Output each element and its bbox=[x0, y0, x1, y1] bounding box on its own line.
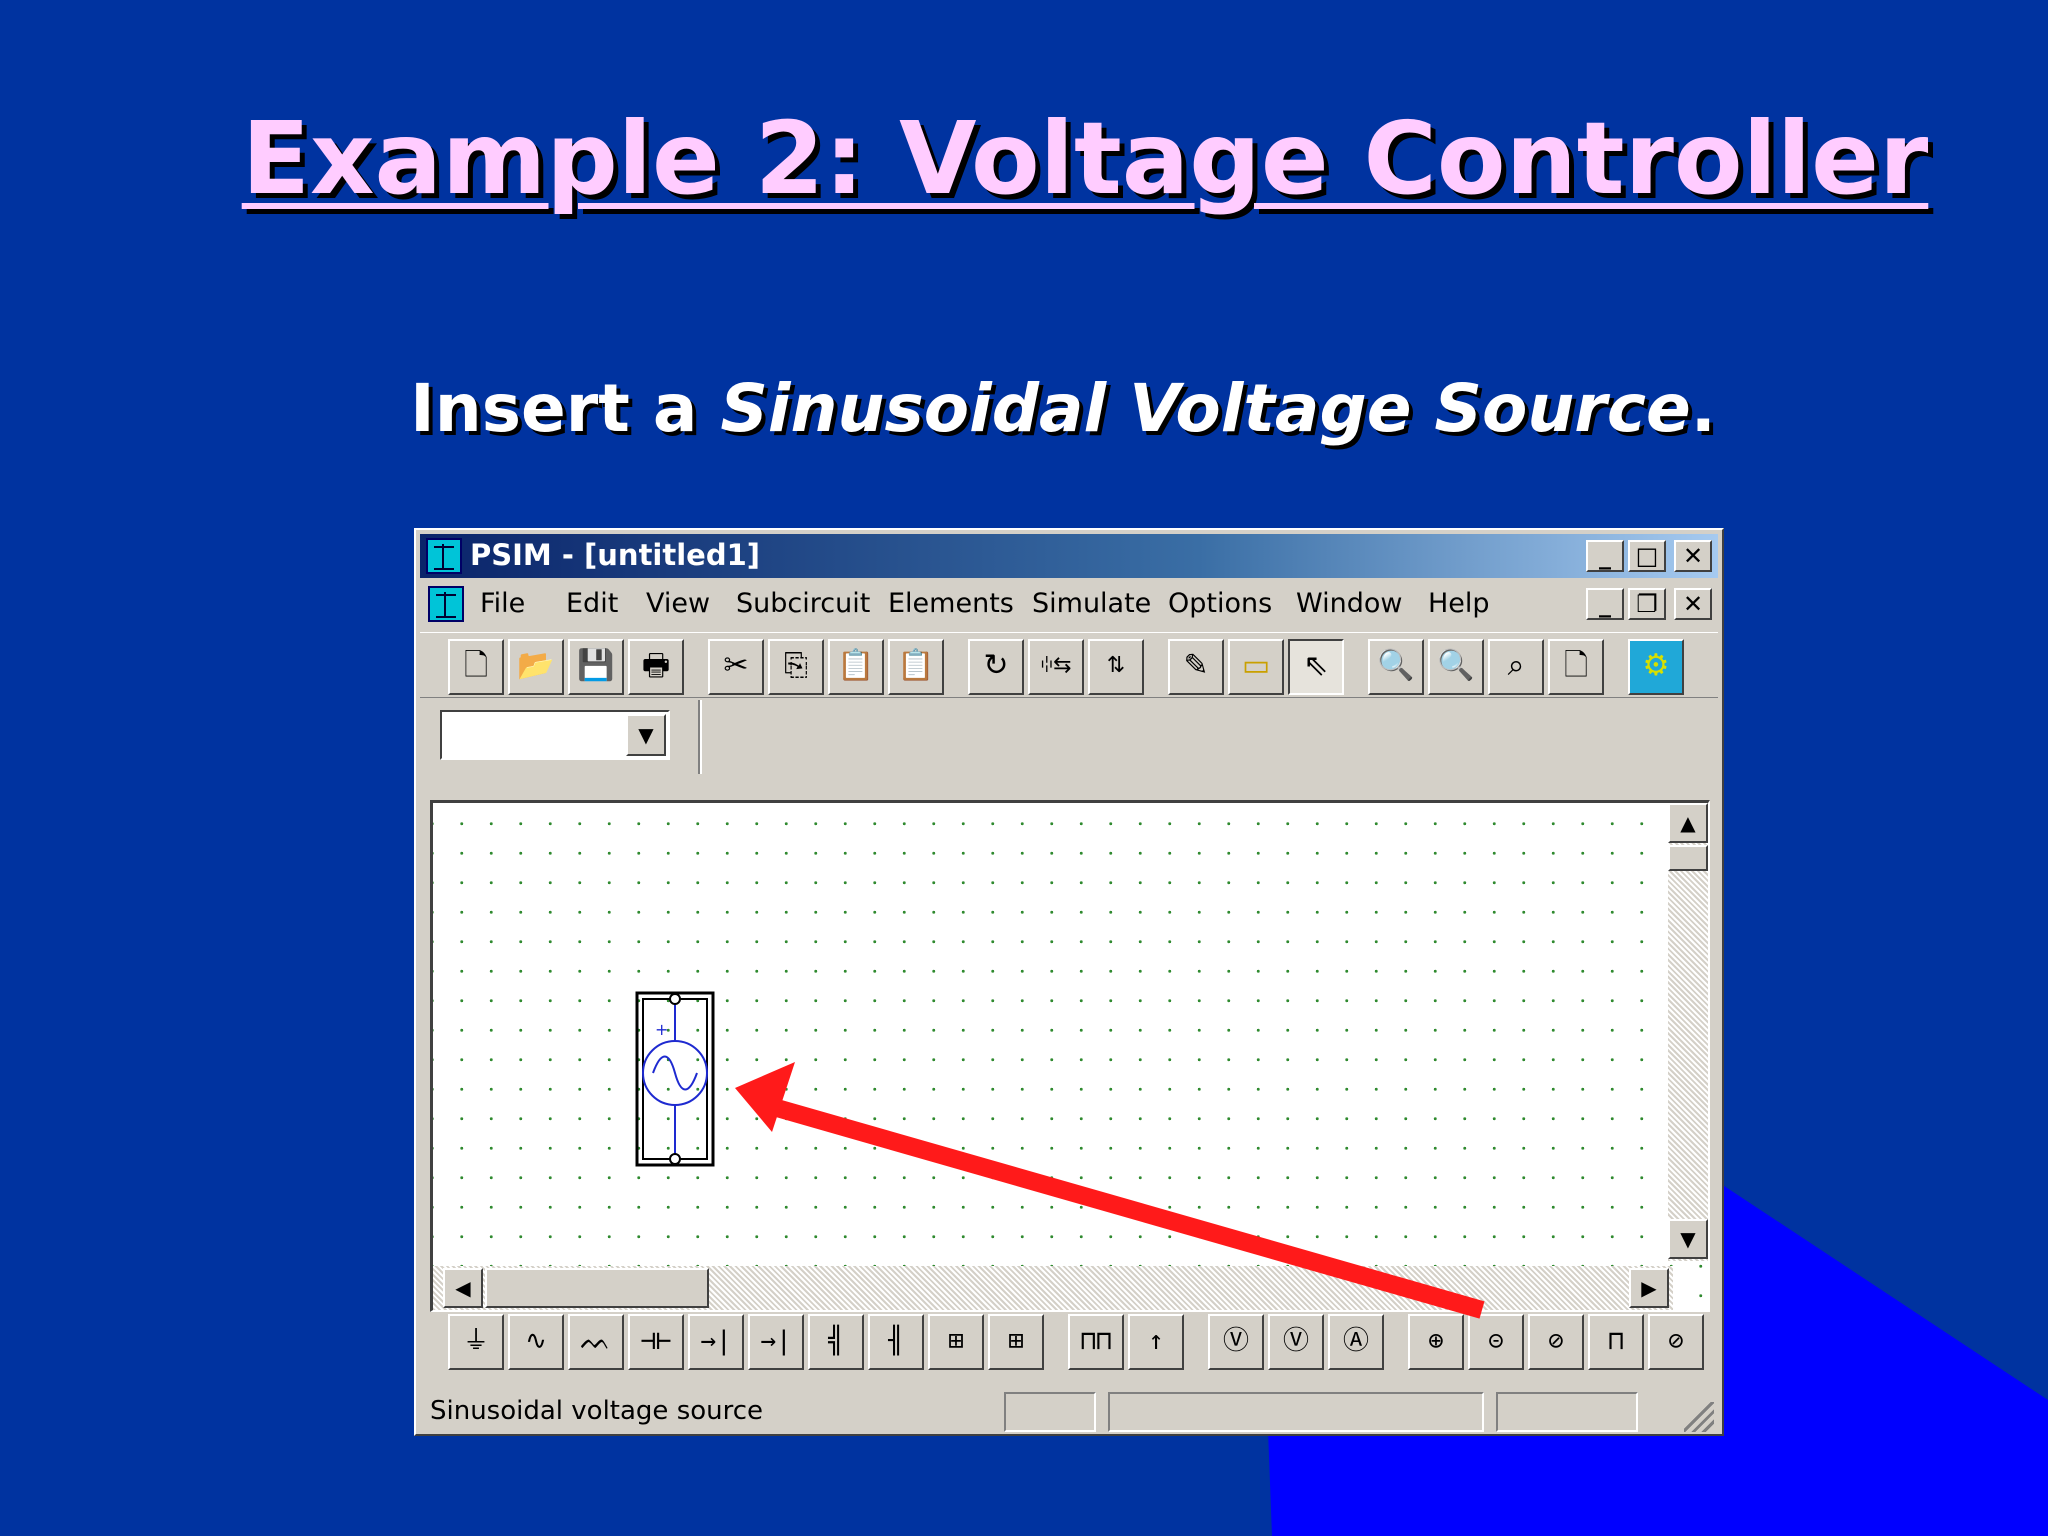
annotation-arrow bbox=[735, 1062, 1485, 1319]
